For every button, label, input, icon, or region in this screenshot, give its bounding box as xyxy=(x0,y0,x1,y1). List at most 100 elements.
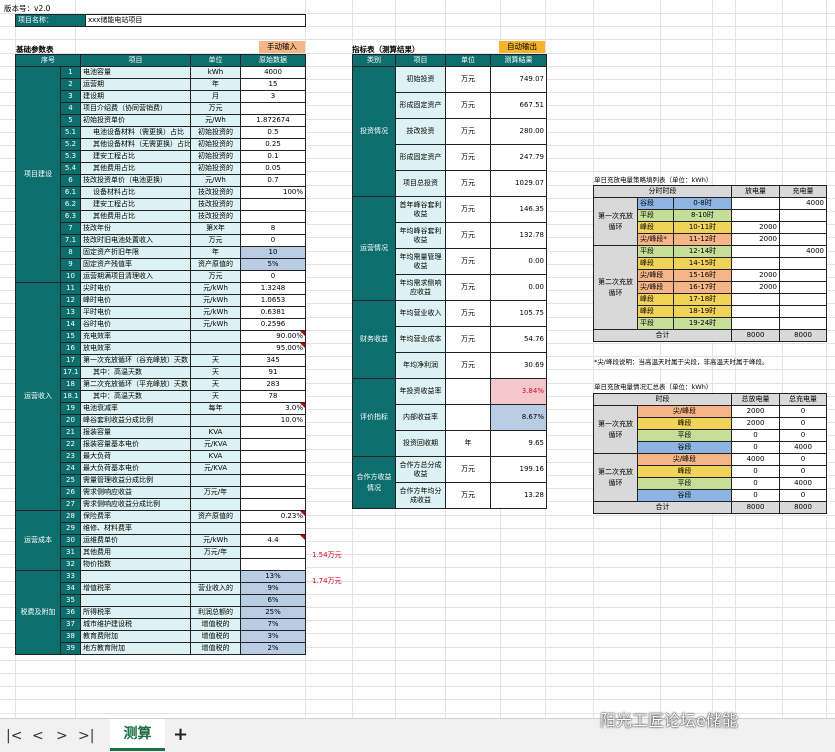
charge-total: 0 xyxy=(779,417,827,430)
value-cell[interactable]: 283 xyxy=(240,378,306,391)
discharge-cell[interactable] xyxy=(731,197,780,210)
discharge-cell[interactable]: 2000 xyxy=(731,281,780,294)
charge-cell[interactable] xyxy=(779,317,827,330)
maintenance-note: 1.74万元 xyxy=(312,577,342,585)
charge-cell[interactable] xyxy=(779,257,827,270)
value-cell[interactable]: 15 xyxy=(240,78,306,91)
item-label: 形成固定资产 xyxy=(395,144,446,171)
value-cell[interactable]: 7% xyxy=(240,618,306,631)
value-cell[interactable]: 8 xyxy=(240,222,306,235)
value-cell[interactable]: 2% xyxy=(240,642,306,655)
value-cell[interactable]: 0.7 xyxy=(240,174,306,187)
charge-cell[interactable]: 4000 xyxy=(779,245,827,258)
item-label: 运维费单价 xyxy=(80,534,191,547)
table-header-cell: 充电量 xyxy=(779,185,827,198)
discharge-cell[interactable]: 2000 xyxy=(731,269,780,282)
period-label: 尖/峰段* xyxy=(637,233,674,246)
value-cell[interactable] xyxy=(240,522,306,535)
project-name-cell[interactable]: xxx储能电站项目 xyxy=(85,14,306,27)
value-cell[interactable] xyxy=(240,102,306,115)
table-row: 运营成本 28 保险费率 资产原值的 0.23% xyxy=(15,510,306,571)
value-cell[interactable]: 1.3248 xyxy=(240,282,306,295)
discharge-cell[interactable] xyxy=(731,209,780,222)
discharge-cell[interactable] xyxy=(731,305,780,318)
value-cell[interactable]: 78 xyxy=(240,390,306,403)
value-cell[interactable]: 0.6381 xyxy=(240,306,306,319)
charge-cell[interactable] xyxy=(779,233,827,246)
tab-ceshuan[interactable]: 测算 xyxy=(110,719,165,751)
value-cell[interactable]: 0.23% xyxy=(240,510,306,523)
unit-cell xyxy=(445,378,491,405)
value-cell[interactable] xyxy=(240,438,306,451)
value-cell[interactable]: 345 xyxy=(240,354,306,367)
discharge-cell[interactable] xyxy=(731,317,780,330)
total-charge: 8000 xyxy=(779,501,827,514)
value-cell[interactable]: 0.05 xyxy=(240,162,306,175)
result-table: 类别 项目 单位 测算结果 投资情况 初始投资 万元 749.07 形成固定资产 万元 667.51… xyxy=(352,54,547,509)
value-cell[interactable]: 10 xyxy=(240,246,306,259)
value-cell[interactable]: 13% xyxy=(240,570,306,583)
charge-cell[interactable] xyxy=(779,209,827,222)
value-cell[interactable]: 3% xyxy=(240,630,306,643)
value-cell[interactable] xyxy=(240,498,306,511)
row-number: 38 xyxy=(60,630,81,643)
value-cell[interactable] xyxy=(240,558,306,571)
charge-cell[interactable] xyxy=(779,269,827,282)
value-cell[interactable] xyxy=(240,486,306,499)
period-label: 尖/峰段 xyxy=(637,281,674,294)
row-number: 36 xyxy=(60,606,81,619)
next-sheet-icon[interactable]: > xyxy=(56,728,68,744)
value-cell[interactable]: 1.0653 xyxy=(240,294,306,307)
value-cell[interactable] xyxy=(240,198,306,211)
table-header-cell: 类别 xyxy=(352,54,396,67)
value-cell[interactable]: 0 xyxy=(240,234,306,247)
value-cell[interactable] xyxy=(240,546,306,559)
value-cell[interactable]: 5% xyxy=(240,258,306,271)
value-cell[interactable]: 3.0% xyxy=(240,402,306,415)
unit-cell: 元/kWh xyxy=(190,534,241,547)
discharge-cell[interactable]: 2000 xyxy=(731,221,780,234)
value-cell[interactable] xyxy=(240,474,306,487)
discharge-total: 0 xyxy=(731,465,780,478)
value-cell[interactable]: 1.872674 xyxy=(240,114,306,127)
value-cell[interactable]: 95.00% xyxy=(240,342,306,355)
value-cell[interactable] xyxy=(240,462,306,475)
value-cell[interactable]: 25% xyxy=(240,606,306,619)
value-cell[interactable]: 90.00% xyxy=(240,330,306,343)
value-cell[interactable]: 6% xyxy=(240,594,306,607)
row-number: 17 xyxy=(60,354,81,367)
value-cell[interactable]: 4000 xyxy=(240,66,306,79)
prev-sheet-icon[interactable]: < xyxy=(32,728,44,744)
charge-cell[interactable]: 4000 xyxy=(779,197,827,210)
value-cell[interactable]: 3 xyxy=(240,90,306,103)
value-cell[interactable]: 0 xyxy=(240,270,306,283)
charge-cell[interactable] xyxy=(779,281,827,294)
add-sheet-icon[interactable]: + xyxy=(173,724,188,745)
value-cell[interactable] xyxy=(240,426,306,439)
value-cell[interactable]: 0.25 xyxy=(240,138,306,151)
value-cell[interactable]: 0.5 xyxy=(240,126,306,139)
value-cell[interactable]: 10.0% xyxy=(240,414,306,427)
value-cell[interactable]: 100% xyxy=(240,186,306,199)
value-cell[interactable]: 9% xyxy=(240,582,306,595)
discharge-cell[interactable] xyxy=(731,257,780,270)
value-cell[interactable]: 91 xyxy=(240,366,306,379)
discharge-cell[interactable]: 2000 xyxy=(731,233,780,246)
unit-cell: KVA xyxy=(190,426,241,439)
discharge-cell[interactable] xyxy=(731,245,780,258)
basic-params-table: 序号 项目 单位 原始数据 项目建设 1 电池容量 kWh 4000 2 运营期年 15 3 建设期月 3 4… xyxy=(15,54,306,655)
value-cell[interactable] xyxy=(240,210,306,223)
value-cell[interactable] xyxy=(240,450,306,463)
grid-line xyxy=(0,673,835,674)
item-label xyxy=(80,570,191,583)
charge-cell[interactable] xyxy=(779,221,827,234)
charge-cell[interactable] xyxy=(779,293,827,306)
charge-cell[interactable] xyxy=(779,305,827,318)
value-cell[interactable]: 0.1 xyxy=(240,150,306,163)
value-cell[interactable]: 4.4 xyxy=(240,534,306,547)
value-cell[interactable]: 0.2596 xyxy=(240,318,306,331)
first-sheet-icon[interactable]: |< xyxy=(6,728,22,744)
row-number: 6.1 xyxy=(60,186,81,199)
last-sheet-icon[interactable]: >| xyxy=(78,728,94,744)
discharge-cell[interactable] xyxy=(731,293,780,306)
